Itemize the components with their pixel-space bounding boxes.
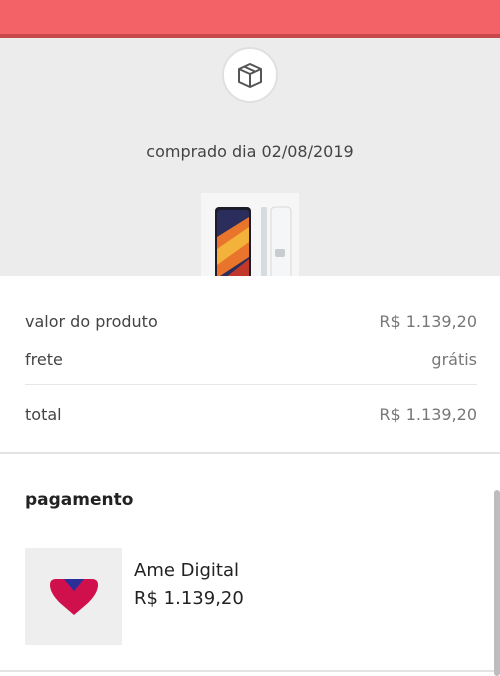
order-header: comprado dia 02/08/2019 <box>0 38 500 291</box>
summary-row-shipping: frete grátis <box>25 350 477 369</box>
summary-row-total: total R$ 1.139,20 <box>25 405 477 424</box>
smartphone-icon <box>215 206 292 282</box>
payment-method-name: Ame Digital <box>134 560 240 581</box>
ame-digital-logo <box>25 548 122 645</box>
payment-title: pagamento <box>25 490 134 510</box>
ame-digital-logo-icon <box>49 578 98 615</box>
summary-value: R$ 1.139,20 <box>379 405 477 424</box>
scrollbar[interactable] <box>494 490 500 676</box>
summary-value: R$ 1.139,20 <box>379 312 477 331</box>
summary-value: grátis <box>431 350 477 369</box>
purchase-date: comprado dia 02/08/2019 <box>146 142 354 161</box>
summary-label: valor do produto <box>25 312 158 331</box>
summary-row-product: valor do produto R$ 1.139,20 <box>25 312 477 331</box>
payment-amount: R$ 1.139,20 <box>134 588 244 609</box>
box-icon <box>238 63 262 88</box>
summary-label: total <box>25 405 62 424</box>
divider <box>25 384 477 385</box>
summary-label: frete <box>25 350 63 369</box>
box-icon-badge <box>222 47 278 103</box>
bottom-divider <box>0 670 500 672</box>
top-bar <box>0 0 500 38</box>
order-summary: valor do produto R$ 1.139,20 frete gráti… <box>0 276 500 452</box>
payment-section: pagamento Ame Digital R$ 1.139,20 <box>0 454 500 676</box>
